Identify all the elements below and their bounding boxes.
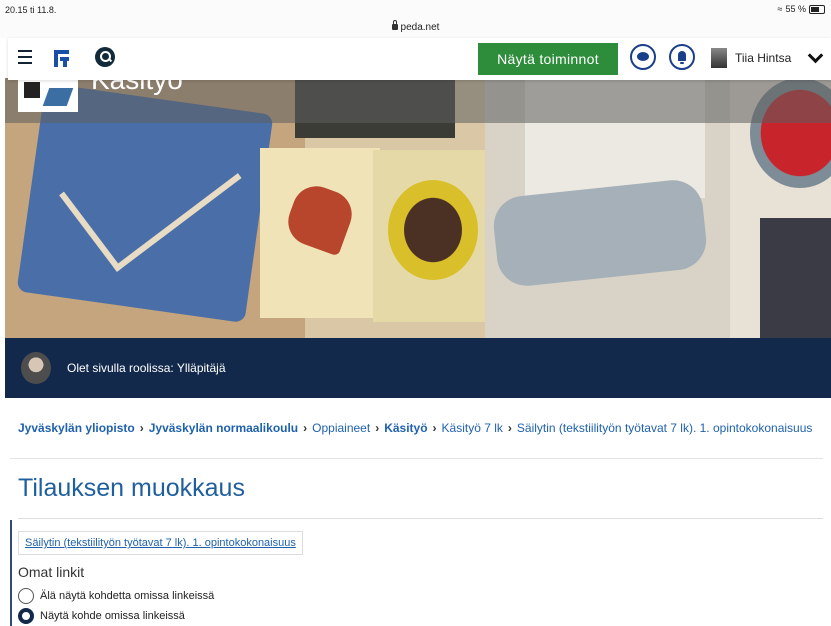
- battery-icon: [809, 4, 825, 14]
- breadcrumb-item[interactable]: Jyväskylän yliopisto: [18, 421, 135, 435]
- avatar: [21, 352, 51, 384]
- breadcrumb-separator: ›: [507, 421, 512, 435]
- banner-photo-heart: [260, 148, 380, 318]
- user-avatar[interactable]: [711, 48, 727, 68]
- option-label: Näytä kohde omissa linkeissä: [40, 610, 185, 622]
- bell-icon[interactable]: [669, 44, 695, 70]
- site-title[interactable]: Käsityö: [91, 78, 183, 96]
- breadcrumb-item[interactable]: Käsityö: [384, 421, 427, 435]
- url-text: peda.net: [400, 22, 440, 33]
- top-navigation: Näytä toiminnot Tiia Hintsa: [8, 38, 831, 80]
- breadcrumb-item[interactable]: Jyväskylän normaalikoulu: [149, 421, 298, 435]
- role-bar: Olet sivulla roolissa: Ylläpitäjä: [5, 338, 831, 398]
- show-actions-button[interactable]: Näytä toiminnot: [478, 43, 618, 75]
- divider: [18, 518, 823, 519]
- breadcrumb-separator: ›: [139, 421, 144, 435]
- battery-indicator: ≈ 55 %: [778, 4, 825, 14]
- breadcrumb-separator: ›: [375, 421, 380, 435]
- role-text: Olet sivulla roolissa: Ylläpitäjä: [67, 361, 226, 375]
- option-show-in-own-links[interactable]: Näytä kohde omissa linkeissä: [18, 608, 185, 624]
- status-time: 20.15 ti 11.8.: [5, 5, 57, 15]
- option-hide-in-own-links[interactable]: Älä näytä kohdetta omissa linkeissä: [18, 588, 214, 604]
- device-status-bar: 20.15 ti 11.8. peda.net ≈ 55 %: [0, 0, 831, 38]
- breadcrumb-separator: ›: [303, 421, 308, 435]
- peda-logo-icon[interactable]: [52, 47, 72, 69]
- battery-percent: 55 %: [785, 4, 806, 14]
- item-link[interactable]: Säilytin (tekstiilityön työtavat 7 lk). …: [18, 531, 303, 555]
- radio-button-selected[interactable]: [18, 608, 34, 624]
- menu-icon[interactable]: [18, 50, 32, 64]
- breadcrumb-item[interactable]: Säilytin (tekstiilityön työtavat 7 lk). …: [517, 421, 812, 435]
- breadcrumb-separator: ›: [432, 421, 437, 435]
- chat-icon[interactable]: [630, 44, 656, 70]
- page-title: Tilauksen muokkaus: [18, 474, 245, 502]
- site-thumbnail[interactable]: [18, 78, 78, 112]
- breadcrumb: Jyväskylän yliopisto › Jyväskylän normaali…: [18, 421, 831, 435]
- form-indicator-line: [10, 520, 12, 626]
- radio-button[interactable]: [18, 588, 34, 604]
- breadcrumb-item[interactable]: Käsityö 7 lk: [442, 421, 503, 435]
- site-banner: Käsityö: [5, 78, 831, 338]
- search-icon[interactable]: [95, 47, 115, 67]
- user-name[interactable]: Tiia Hintsa: [735, 51, 791, 65]
- banner-photo-sun: [373, 150, 491, 322]
- address-bar[interactable]: peda.net: [0, 20, 831, 33]
- wifi-icon: ≈: [777, 4, 783, 14]
- option-label: Älä näytä kohdetta omissa linkeissä: [40, 590, 215, 602]
- lock-icon: [391, 20, 398, 30]
- section-label: Omat linkit: [18, 564, 85, 580]
- divider: [10, 458, 823, 459]
- chevron-down-icon[interactable]: [807, 47, 824, 64]
- breadcrumb-item[interactable]: Oppiaineet: [312, 421, 370, 435]
